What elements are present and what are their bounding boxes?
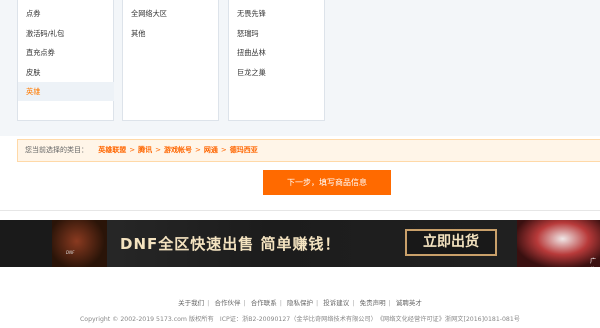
selected-category-breadcrumb: 您当前选择的类目： 英雄联盟 > 腾讯 > 游戏帐号 > 网通 > 德玛西亚: [17, 139, 600, 162]
logo-text: DNF: [66, 250, 75, 255]
category-item-skin[interactable]: 皮肤: [26, 68, 40, 78]
category-column-2: 全网络大区 其他: [122, 0, 219, 121]
breadcrumb-item-type[interactable]: 游戏帐号: [164, 146, 192, 154]
category-panel: 点券 激活码/礼包 直充点券 皮肤 英雄 全网络大区 其他 无畏先锋 怒瑞玛 扭…: [0, 0, 600, 136]
sell-now-button[interactable]: 立即出货: [405, 229, 497, 256]
ad-banner[interactable]: DNF DNF全区快速出售 简单赚钱！ 立即出货 广告: [0, 220, 600, 274]
character-illustration: [517, 220, 600, 267]
copyright-text: Copyright © 2002-2019 5173.com 版权所有 ICP证…: [79, 316, 520, 323]
next-step-button[interactable]: 下一步，填写商品信息: [263, 170, 391, 195]
category-item-other[interactable]: 其他: [131, 29, 145, 39]
category-column-1: 点券 激活码/礼包 直充点券 皮肤 英雄: [17, 0, 114, 121]
breadcrumb-separator: >: [129, 146, 136, 154]
server-item-3[interactable]: 扭曲丛林: [237, 48, 266, 58]
breadcrumb-separator: >: [155, 146, 161, 154]
game-logo: DNF: [52, 220, 107, 267]
server-item-4[interactable]: 巨龙之巢: [237, 68, 266, 78]
category-item-direct-recharge[interactable]: 直充点券: [26, 48, 55, 58]
category-column-3: 无畏先锋 怒瑞玛 扭曲丛林 巨龙之巢: [228, 0, 325, 121]
server-item-1[interactable]: 无畏先锋: [237, 9, 266, 19]
category-item-all-network[interactable]: 全网络大区: [131, 9, 167, 19]
banner-background: DNF DNF全区快速出售 简单赚钱！ 立即出货 广告: [52, 220, 600, 274]
footer-link-disclaimer[interactable]: 免责声明: [360, 299, 386, 307]
category-item-hero-selected[interactable]: 英雄: [18, 82, 114, 101]
category-item-activation-code[interactable]: 激活码/礼包: [26, 29, 64, 39]
footer-link-contact[interactable]: 合作联系: [251, 299, 277, 307]
ad-label: 广告: [590, 258, 597, 274]
breadcrumb-item-region[interactable]: 网通: [204, 146, 218, 154]
footer-links: 关于我们 | 合作伙伴 | 合作联系 | 隐私保护 | 投诉建议 | 免责声明 | 诚聘英才: [178, 299, 422, 307]
footer-link-about[interactable]: 关于我们: [178, 299, 204, 307]
breadcrumb-separator: >: [194, 146, 201, 154]
divider: [0, 210, 600, 211]
banner-slogan: DNF全区快速出售 简单赚钱！: [120, 235, 341, 253]
breadcrumb-item-operator[interactable]: 腾讯: [138, 146, 152, 154]
footer-link-careers[interactable]: 诚聘英才: [396, 299, 422, 307]
breadcrumb-separator: >: [220, 146, 227, 154]
footer-link-partners[interactable]: 合作伙伴: [214, 299, 240, 307]
category-item-dianquan[interactable]: 点券: [26, 9, 40, 19]
breadcrumb-item-server[interactable]: 德玛西亚: [230, 146, 258, 154]
server-item-2[interactable]: 怒瑞玛: [237, 29, 259, 39]
breadcrumb-prefix: 您当前选择的类目：: [25, 146, 88, 154]
breadcrumb-item-game[interactable]: 英雄联盟: [98, 146, 126, 154]
footer-link-privacy[interactable]: 隐私保护: [287, 299, 313, 307]
footer-link-feedback[interactable]: 投诉建议: [323, 299, 349, 307]
